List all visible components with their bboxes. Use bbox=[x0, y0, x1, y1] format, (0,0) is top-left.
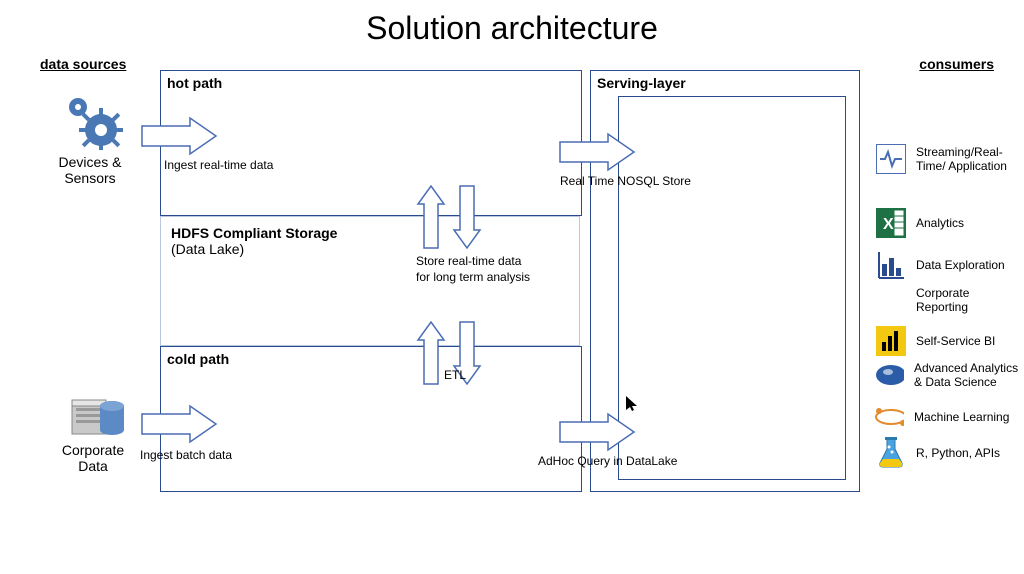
hot-path-box: hot path bbox=[160, 70, 582, 216]
ingest-hot-label: Ingest real-time data bbox=[164, 158, 273, 174]
consumer-advanalytics: Advanced Analytics & Data Science bbox=[874, 360, 1024, 390]
excel-icon: X bbox=[876, 208, 906, 238]
etl-label: ETL bbox=[444, 368, 466, 384]
consumer-r-python: R, Python, APIs bbox=[876, 438, 1000, 468]
pulse-icon bbox=[876, 144, 906, 174]
consumer-label: Analytics bbox=[916, 216, 964, 230]
corporate-data-icon bbox=[70, 388, 130, 442]
flask-icon bbox=[876, 438, 906, 468]
consumer-label: Corporate Reporting bbox=[916, 286, 1006, 314]
section-consumers: consumers bbox=[919, 56, 994, 72]
cold-path-box: cold path bbox=[160, 346, 582, 492]
corporate-data-label: Corporate Data bbox=[48, 442, 138, 474]
bars-icon bbox=[876, 250, 906, 280]
consumer-streaming: Streaming/Real-Time/ Application bbox=[876, 144, 1016, 174]
consumer-label: Data Exploration bbox=[916, 258, 1005, 272]
cursor-icon bbox=[626, 396, 638, 412]
powerbi-icon bbox=[876, 326, 906, 356]
page-title: Solution architecture bbox=[0, 10, 1024, 47]
consumer-exploration: Data Exploration bbox=[876, 250, 1005, 280]
consumer-label: Streaming/Real-Time/ Application bbox=[916, 145, 1016, 173]
arrow-storage-up-hot bbox=[416, 184, 446, 250]
consumer-label: R, Python, APIs bbox=[916, 446, 1000, 460]
cold-serving-label: AdHoc Query in DataLake bbox=[538, 454, 677, 470]
serving-layer-inner bbox=[618, 96, 846, 480]
consumer-selfservice: Self-Service BI bbox=[876, 326, 995, 356]
consumer-label: Machine Learning bbox=[914, 410, 1009, 424]
svg-text:X: X bbox=[883, 216, 894, 233]
hot-path-title: hot path bbox=[161, 71, 228, 95]
arrow-storage-down-hot bbox=[452, 184, 482, 250]
consumer-label: Self-Service BI bbox=[916, 334, 995, 348]
consumer-label: Advanced Analytics & Data Science bbox=[914, 361, 1024, 389]
consumer-reporting: Corporate Reporting bbox=[916, 286, 1006, 314]
consumer-ml: Machine Learning bbox=[874, 402, 1009, 432]
section-data-sources: data sources bbox=[40, 56, 126, 72]
ingest-cold-label: Ingest batch data bbox=[140, 448, 232, 464]
arrow-storage-up-cold bbox=[416, 320, 446, 386]
serving-layer-title: Serving-layer bbox=[591, 71, 692, 95]
storage-note: Store real-time data for long term analy… bbox=[416, 254, 530, 285]
devices-sensors-label: Devices & Sensors bbox=[40, 154, 140, 186]
devices-sensors-icon bbox=[56, 92, 126, 152]
arrow-ingest-hot bbox=[140, 116, 218, 156]
arrow-ingest-cold bbox=[140, 404, 218, 444]
cold-path-title: cold path bbox=[161, 347, 235, 371]
storage-title: HDFS Compliant Storage bbox=[171, 225, 569, 241]
lens-icon bbox=[874, 360, 904, 390]
hot-serving-label: Real Time NOSQL Store bbox=[560, 174, 691, 190]
consumer-analytics: X Analytics bbox=[876, 208, 964, 238]
ml-icon bbox=[874, 402, 904, 432]
arrow-hot-to-serving bbox=[558, 132, 636, 172]
arrow-cold-to-serving bbox=[558, 412, 636, 452]
